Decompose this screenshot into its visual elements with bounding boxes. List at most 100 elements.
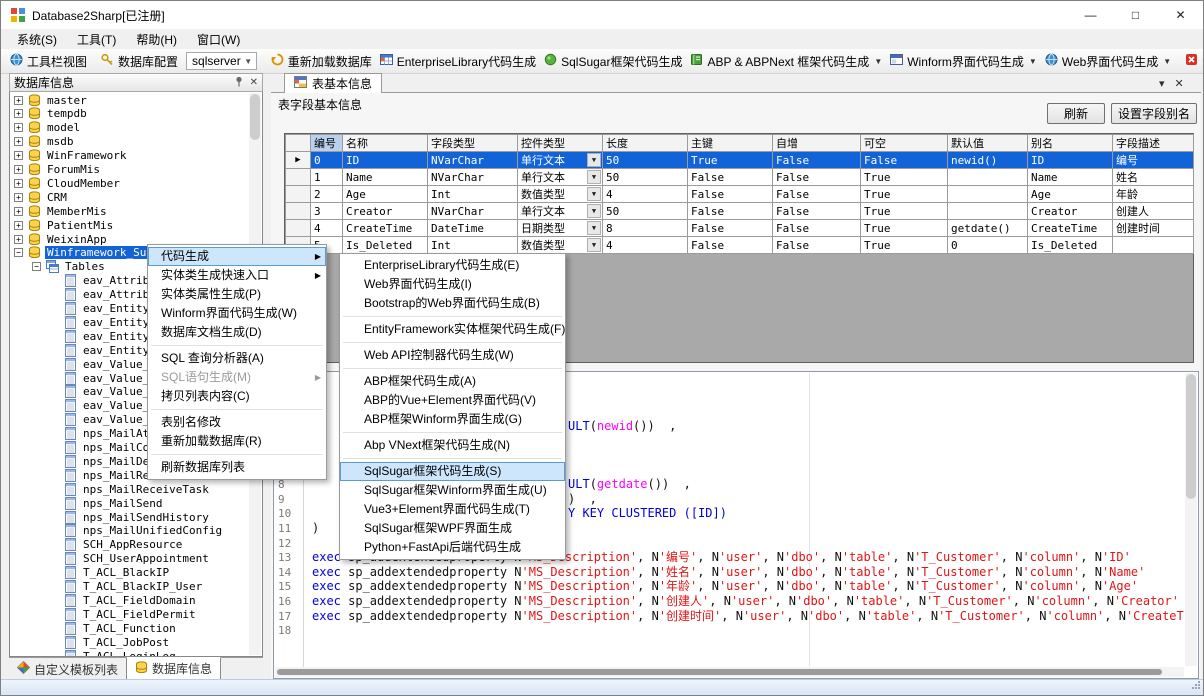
grid-cell[interactable]: 1 (311, 169, 343, 186)
grid-cell[interactable]: False (688, 203, 773, 220)
toolbar-button[interactable]: 数据库配置 (97, 51, 182, 72)
toolbar-button[interactable]: 退出 (1181, 51, 1204, 72)
grid-cell[interactable]: Is_Deleted (1028, 237, 1113, 254)
grid-cell[interactable]: 4 (311, 220, 343, 237)
close-button[interactable]: ✕ (1158, 1, 1203, 29)
grid-cell[interactable]: 50 (603, 152, 688, 169)
grid-cell[interactable]: 0 (948, 237, 1028, 254)
row-selector[interactable] (286, 203, 311, 220)
tree-item[interactable]: eav_Value_ (50, 371, 151, 385)
tree-expander[interactable]: + (14, 96, 23, 105)
submenu-item[interactable]: Web API控制器代码生成(W) (340, 346, 565, 365)
grid-cell[interactable]: 2 (311, 186, 343, 203)
submenu-item[interactable]: Vue3+Element界面代码生成(T) (340, 500, 565, 519)
tree-expander[interactable]: + (14, 179, 23, 188)
tree-item[interactable]: +ForumMis (14, 163, 102, 177)
combo-dropdown-icon[interactable]: ▼ (587, 187, 601, 201)
tree-item[interactable]: +msdb (14, 135, 76, 149)
combo-dropdown-icon[interactable]: ▼ (587, 221, 601, 235)
minimize-button[interactable]: — (1068, 1, 1113, 29)
grid-cell[interactable]: 单行文本▼ (518, 203, 603, 220)
grid-cell[interactable]: 50 (603, 203, 688, 220)
grid-cell[interactable]: Name (343, 169, 428, 186)
tree-item[interactable]: +WinFramework (14, 149, 128, 163)
grid-cell[interactable]: NVarChar (428, 152, 518, 169)
grid-cell[interactable]: 创建人 (1113, 203, 1194, 220)
tree-item[interactable]: nps_MailRe (50, 468, 151, 482)
row-selector[interactable] (286, 220, 311, 237)
grid-cell[interactable]: 50 (603, 169, 688, 186)
grid-header-cell[interactable]: 字段类型 (428, 135, 518, 152)
tree-expander[interactable]: + (14, 193, 23, 202)
grid-cell[interactable]: False (773, 169, 861, 186)
toolbar-button[interactable]: EnterpriseLibrary代码生成 (376, 51, 540, 72)
tree-expander[interactable]: + (14, 165, 23, 174)
toolbar-button[interactable]: Winform界面代码生成▼ (886, 51, 1041, 72)
grid-cell[interactable]: Creator (343, 203, 428, 220)
tree-item[interactable]: nps_MailReceiveTask (50, 482, 211, 496)
submenu-item[interactable]: SqlSugar框架Winform界面生成(U) (340, 481, 565, 500)
submenu-item[interactable]: ABP的Vue+Element界面代码(V) (340, 391, 565, 410)
chevron-down-icon[interactable]: ▼ (874, 57, 882, 66)
document-close-icon[interactable]: ✕ (1175, 77, 1184, 90)
grid-cell[interactable]: Name (1028, 169, 1113, 186)
grid-cell[interactable]: False (688, 186, 773, 203)
tree-expander[interactable]: − (32, 262, 41, 271)
grid-header-cell[interactable]: 控件类型 (518, 135, 603, 152)
editor-vertical-scrollbar[interactable] (1185, 373, 1197, 666)
tree-item[interactable]: +WeixinApp (14, 232, 109, 246)
context-menu-item[interactable]: Winform界面代码生成(W) (148, 304, 326, 323)
grid-header-cell[interactable]: 主键 (688, 135, 773, 152)
grid-cell[interactable]: Int (428, 237, 518, 254)
tree-item[interactable]: nps_MailSendHistory (50, 510, 211, 524)
tree-expander[interactable]: + (14, 151, 23, 160)
context-menu-item[interactable]: 实体类属性生成(P) (148, 285, 326, 304)
tree-item[interactable]: +master (14, 93, 89, 107)
tree-item[interactable]: eav_Entity (50, 329, 151, 343)
submenu-item[interactable]: SqlSugar框架WPF界面生成 (340, 519, 565, 538)
tree-item[interactable]: eav_Value_ (50, 413, 151, 427)
tree-item[interactable]: +CRM (14, 190, 69, 204)
chevron-down-icon[interactable]: ▼ (241, 57, 256, 66)
grid-cell[interactable]: 4 (603, 186, 688, 203)
submenu-item[interactable]: EnterpriseLibrary代码生成(E) (340, 256, 565, 275)
set-field-alias-button[interactable]: 设置字段别名 (1111, 103, 1197, 124)
grid-cell[interactable]: CreateTime (343, 220, 428, 237)
pin-icon[interactable] (234, 76, 244, 90)
context-menu-item[interactable]: 表别名修改 (148, 413, 326, 432)
grid-cell[interactable]: 0 (311, 152, 343, 169)
tree-expander[interactable]: + (14, 123, 23, 132)
grid-cell[interactable]: True (861, 237, 948, 254)
submenu-item[interactable]: Bootstrap的Web界面代码生成(B) (340, 294, 565, 313)
tab-database-info[interactable]: 数据库信息 (126, 657, 221, 680)
grid-cell[interactable]: 日期类型▼ (518, 220, 603, 237)
grid-cell[interactable]: 姓名 (1113, 169, 1194, 186)
grid-cell[interactable]: CreateTime (1028, 220, 1113, 237)
context-menu-item[interactable]: 数据库文档生成(D) (148, 323, 326, 342)
grid-cell[interactable]: 4 (603, 237, 688, 254)
tab-table-basic-info[interactable]: 表基本信息 (284, 73, 382, 93)
grid-header-cell[interactable]: 别名 (1028, 135, 1113, 152)
grid-cell[interactable]: False (773, 186, 861, 203)
grid-cell[interactable]: False (688, 220, 773, 237)
grid-cell[interactable]: NVarChar (428, 169, 518, 186)
tree-item[interactable]: T_ACL_FieldDomain (50, 593, 198, 607)
context-menu-item[interactable]: SQL语句生成(M)▶ (148, 368, 326, 387)
grid-header-cell[interactable]: 自增 (773, 135, 861, 152)
tree-item[interactable]: eav_Value_ (50, 385, 151, 399)
context-menu-item[interactable]: 实体类生成快速入口▶ (148, 266, 326, 285)
tree-item[interactable]: nps_MailCo (50, 441, 151, 455)
grid-cell[interactable] (1113, 237, 1194, 254)
tree-item[interactable]: +MemberMis (14, 204, 109, 218)
tree-item[interactable]: +tempdb (14, 107, 89, 121)
grid-header-cell[interactable]: 可空 (861, 135, 948, 152)
menubar-item[interactable]: 系统(S) (7, 29, 67, 49)
combo-dropdown-icon[interactable]: ▼ (587, 204, 601, 218)
grid-cell[interactable]: False (773, 152, 861, 169)
grid-cell[interactable]: Is_Deleted (343, 237, 428, 254)
tree-item[interactable]: eav_Attrib (50, 288, 151, 302)
grid-header-cell[interactable]: 名称 (343, 135, 428, 152)
editor-horizontal-scrollbar[interactable] (275, 667, 1184, 677)
grid-cell[interactable]: Creator (1028, 203, 1113, 220)
tree-item[interactable]: eav_Value_ (50, 399, 151, 413)
